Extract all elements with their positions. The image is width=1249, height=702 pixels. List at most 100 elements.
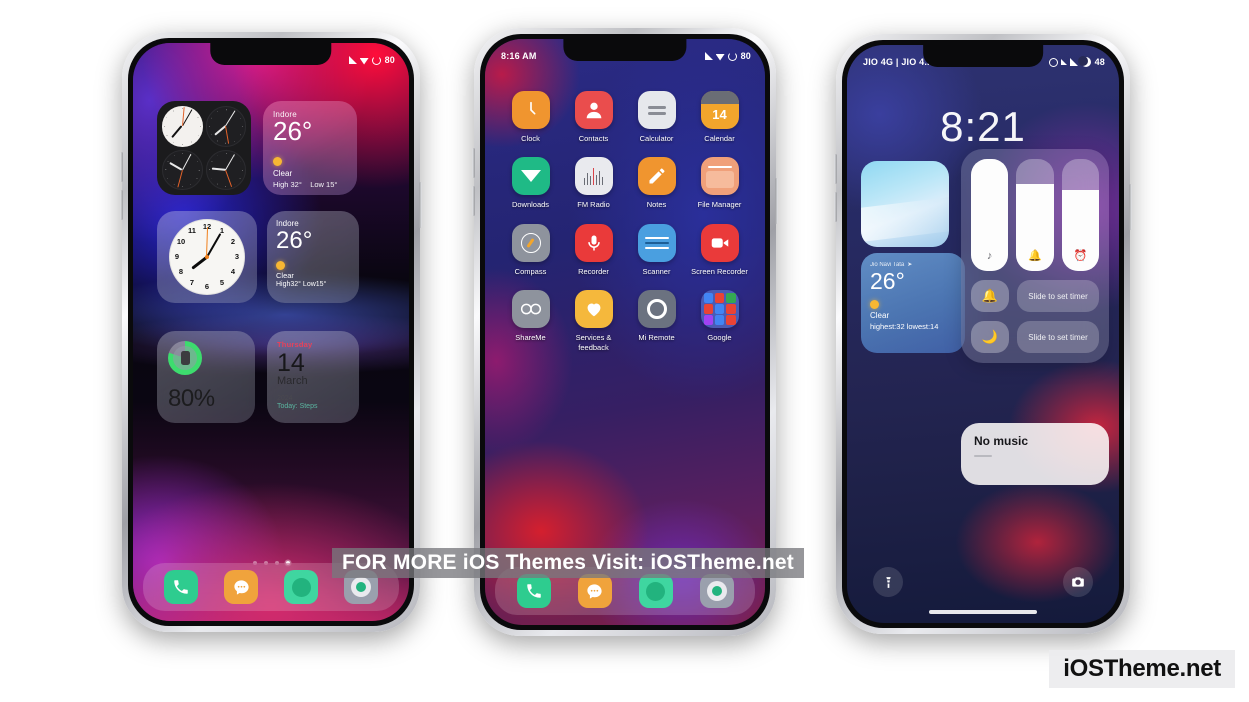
app-calculator[interactable]: Calculator [628,91,686,143]
green-app-icon[interactable] [638,574,673,608]
ring-volume-slider[interactable]: 🔔 [1016,159,1054,271]
green-app-icon[interactable] [284,570,318,604]
app-mi-remote[interactable]: Mi Remote [628,290,686,352]
app-services-feedback[interactable]: Services & feedback [565,290,623,352]
phone3-bezel: JIO 4G | JIO 4.. 48 8:21 Jio Navi Tata ➤… [842,40,1124,628]
app-label: Scanner [642,266,671,276]
file-manager-icon[interactable] [700,157,739,196]
app-grid: Clock Contacts Calculator 14 Calendar Do… [499,91,751,352]
app-recorder[interactable]: Recorder [565,223,623,276]
ring-timer-slider[interactable]: Slide to set timer [1017,280,1099,312]
calculator-icon[interactable] [637,91,676,129]
photo-widget[interactable] [861,161,949,247]
app-notes[interactable]: Notes [628,157,686,209]
scanner-icon[interactable] [637,223,676,262]
phone1-volume-down[interactable] [120,190,123,220]
app-file-manager[interactable]: File Manager [691,157,749,209]
remote-circle-icon[interactable] [637,290,676,329]
alarm-volume-slider[interactable]: ⏰ [1061,159,1099,271]
download-icon[interactable] [511,157,550,196]
messages-app-icon[interactable] [577,574,612,608]
dnd-timer-slider[interactable]: Slide to set timer [1017,321,1099,353]
app-label: ShareMe [515,333,546,343]
calendar-icon[interactable]: 14 [700,91,739,129]
wifi-icon [715,54,725,61]
music-player-card[interactable]: No music [961,423,1109,485]
phone2-bezel: 8:16 AM 80 Clock Contacts Calculator 14 … [480,34,770,630]
clock-icon[interactable] [511,91,550,129]
phone2-volume-up[interactable] [472,148,475,178]
screenshot-canvas: 80 Indore 26° Clear High 32° Low 15° 1 2… [0,0,1249,702]
app-label: Calendar [704,134,735,143]
phone3-screen: JIO 4G | JIO 4.. 48 8:21 Jio Navi Tata ➤… [847,45,1119,623]
music-progress-bar[interactable] [974,455,992,457]
lock-weather-widget[interactable]: Jio Navi Tata ➤ 26° Clear highest:32 low… [861,253,965,353]
app-label: Downloads [511,200,550,210]
bell-icon: 🔔 [1028,250,1042,262]
flashlight-icon[interactable] [873,567,903,597]
analog-clock-face: 12 1 2 3 4 5 6 7 8 9 10 11 [169,219,245,295]
app-label: File Manager [697,200,742,210]
calendar-month: March [277,375,308,388]
media-volume-slider[interactable]: ♪ [971,159,1009,271]
heart-hands-icon[interactable] [574,290,613,329]
battery-percent: 80% [168,385,215,412]
weather-temp: 26° [273,116,313,146]
weather-widget-top[interactable]: Indore 26° Clear High 32° Low 15° [263,101,357,195]
phone1-power-button[interactable] [419,182,422,228]
calendar-widget[interactable]: Thursday 14 March 2024 Today: Steps [267,331,359,423]
moon-icon-button[interactable]: 🌙 [971,321,1009,353]
battery-widget[interactable]: 80% [157,331,255,423]
phone2-volume-down[interactable] [472,186,475,216]
phone-app-icon[interactable] [164,570,198,604]
app-screen-recorder[interactable]: Screen Recorder [691,223,749,276]
world-clock-widget[interactable] [157,101,251,195]
phone1-status-icons [348,55,381,65]
phone-3: JIO 4G | JIO 4.. 48 8:21 Jio Navi Tata ➤… [834,34,1132,634]
phone1-volume-up[interactable] [120,152,123,182]
app-fm-radio[interactable]: FM Radio [565,157,623,209]
google-folder-icon[interactable] [700,290,739,329]
app-clock[interactable]: Clock [502,91,560,143]
home-indicator[interactable] [929,610,1037,614]
phone3-carrier: JIO 4G | JIO 4.. [863,57,930,67]
volume-sliders: ♪ 🔔 ⏰ [971,159,1099,271]
phone3-volume-up[interactable] [834,154,837,184]
bell-icon-button[interactable]: 🔔 [971,280,1009,312]
promo-banner: FOR MORE iOS Themes Visit: iOSTheme.net [332,548,804,578]
app-downloads[interactable]: Downloads [502,157,560,209]
microphone-icon[interactable] [574,223,613,262]
phone2-notch [563,39,687,61]
app-scanner[interactable]: Scanner [628,223,686,276]
contacts-icon[interactable] [574,91,613,129]
signal-icon [348,56,357,64]
weather-condition: Clear [273,169,293,179]
messages-app-icon[interactable] [224,570,258,604]
phone2-screen: 8:16 AM 80 Clock Contacts Calculator 14 … [485,39,765,625]
app-contacts[interactable]: Contacts [565,91,623,143]
phone2-power-button[interactable] [775,178,778,224]
phone2-battery-level: 80 [740,51,751,61]
wifi-icon [359,58,369,65]
weather-widget-mid[interactable]: Indore 26° Clear High32° Low15° [267,211,359,303]
control-row-ring: 🔔 Slide to set timer [971,280,1099,312]
phone-app-icon[interactable] [516,574,551,608]
app-calendar[interactable]: 14 Calendar [691,91,749,143]
analog-clock-widget[interactable]: 12 1 2 3 4 5 6 7 8 9 10 11 [157,211,257,303]
app-shareme[interactable]: ShareMe [502,290,560,352]
phone3-volume-down[interactable] [834,192,837,222]
camera-icon[interactable] [1063,567,1093,597]
radio-icon[interactable] [574,157,613,196]
compass-icon[interactable] [511,223,550,262]
phone3-battery-level: 48 [1094,57,1105,67]
camera-app-icon[interactable] [699,574,734,608]
app-label: Compass [514,266,547,276]
app-label: Notes [646,200,667,210]
infinity-icon[interactable] [511,290,550,329]
notes-pencil-icon[interactable] [637,157,676,196]
battery-circle-icon [727,51,737,61]
app-compass[interactable]: Compass [502,223,560,276]
app-google-folder[interactable]: Google [691,290,749,352]
phone3-power-button[interactable] [1129,184,1132,230]
video-camera-icon[interactable] [700,223,739,262]
